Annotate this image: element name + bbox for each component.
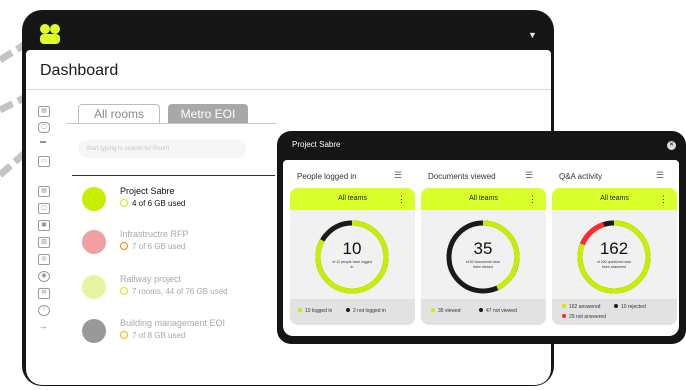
room-usage-text: 7 rooms, 44 of 76 GB used [132, 287, 228, 296]
room-dot [82, 275, 106, 299]
donut-value: 35 [473, 239, 493, 258]
room-item-project-sabre[interactable]: Project Sabre 4 of 6 GB used [82, 184, 282, 214]
tabs-underline [66, 123, 276, 124]
room-search-input[interactable]: Start typing to search for Room [78, 140, 246, 158]
photo-icon[interactable]: ▥ [38, 237, 50, 248]
legend-item: 2 not logged in [346, 308, 386, 314]
info-icon[interactable]: ! [38, 305, 50, 316]
page-title: Dashboard [40, 62, 119, 79]
header-divider [26, 89, 551, 90]
popup-title: Project Sabre [292, 140, 341, 149]
donut-value: 162 [599, 239, 629, 258]
legend-item: 29 not answered [562, 314, 606, 320]
legend-item: 10 logged in [298, 308, 332, 314]
usage-ring-icon [120, 242, 128, 250]
card-documents-viewed: All teams ⋮ 35 of 82 documents have been… [421, 188, 546, 325]
usage-ring-icon [120, 331, 128, 339]
chevron-down-icon[interactable]: ▼ [528, 30, 537, 40]
card-people-logged-in: All teams ⋮ 10 of 12 people have logged … [290, 188, 415, 325]
page-icon[interactable]: ▢ [38, 203, 50, 214]
more-icon[interactable]: ⋮ [659, 188, 668, 210]
tab-metro-eoi[interactable]: Metro EOI [168, 104, 248, 124]
room-usage: 4 of 6 GB used [120, 199, 185, 208]
legend-item: 35 viewed [431, 308, 461, 314]
menu-icon[interactable]: ☰ [656, 170, 664, 181]
room-usage: 7 of 6 GB used [120, 242, 185, 251]
legend-item: 47 not viewed [479, 308, 517, 314]
usage-ring-icon [120, 287, 128, 295]
donut-caption: of 12 people have logged in [332, 260, 372, 269]
menu-icon[interactable]: ☰ [394, 170, 402, 181]
room-usage: 7 of 8 GB used [120, 331, 185, 340]
panel-heading-qa: Q&A activity [559, 172, 603, 181]
image-icon[interactable]: ▬ [38, 138, 48, 147]
mail-icon[interactable]: ✉ [38, 288, 50, 299]
info-circle-icon[interactable]: ◉ [38, 271, 50, 282]
app-logo [40, 24, 60, 44]
more-icon[interactable]: ⋮ [528, 188, 537, 210]
more-icon[interactable]: ⋮ [397, 188, 406, 210]
lock-icon[interactable]: ▢ [38, 122, 50, 133]
note-icon[interactable]: ▤ [38, 186, 50, 197]
legend-item: 162 answered [562, 304, 600, 310]
room-name: Infrastructre RFP [120, 229, 189, 239]
donut-caption: of 82 documents have been viewed [465, 260, 501, 269]
room-item-infrastructre-rfp[interactable]: Infrastructre RFP 7 of 6 GB used [82, 227, 282, 257]
panel-heading-documents: Documents viewed [428, 172, 496, 181]
room-name: Railway project [120, 274, 182, 284]
donut-caption: of 200 questions have been answered [596, 260, 632, 269]
list-icon[interactable]: ▭ [38, 156, 50, 167]
room-usage-text: 7 of 8 GB used [132, 331, 186, 340]
grid-icon[interactable]: ▤ [38, 106, 50, 117]
close-icon[interactable]: ✕ [667, 141, 676, 150]
room-item-building-management-eoi[interactable]: Building management EOI 7 of 8 GB used [82, 316, 282, 346]
card-footer [552, 299, 677, 325]
donut-value: 10 [342, 239, 362, 258]
room-name: Project Sabre [120, 186, 175, 196]
copy-icon[interactable]: ▣ [38, 220, 50, 231]
room-item-railway-project[interactable]: Railway project 7 rooms, 44 of 76 GB use… [82, 272, 282, 302]
panel-heading-people: People logged in [297, 172, 357, 181]
usage-ring-icon [120, 199, 128, 207]
rooms-divider [72, 175, 275, 176]
arrow-right-icon[interactable]: → [38, 322, 48, 331]
room-dot [82, 187, 106, 211]
room-usage-text: 4 of 6 GB used [132, 199, 186, 208]
room-usage: 7 rooms, 44 of 76 GB used [120, 287, 228, 296]
room-dot [82, 230, 106, 254]
room-usage-text: 7 of 6 GB used [132, 242, 186, 251]
room-dot [82, 319, 106, 343]
tab-all-rooms[interactable]: All rooms [78, 104, 160, 124]
card-qa-activity: All teams ⋮ 162 of 200 questions have be… [552, 188, 677, 325]
settings-icon[interactable]: ◎ [38, 254, 50, 265]
menu-icon[interactable]: ☰ [525, 170, 533, 181]
room-name: Building management EOI [120, 318, 226, 328]
legend-item: 10 rejected [614, 304, 646, 310]
